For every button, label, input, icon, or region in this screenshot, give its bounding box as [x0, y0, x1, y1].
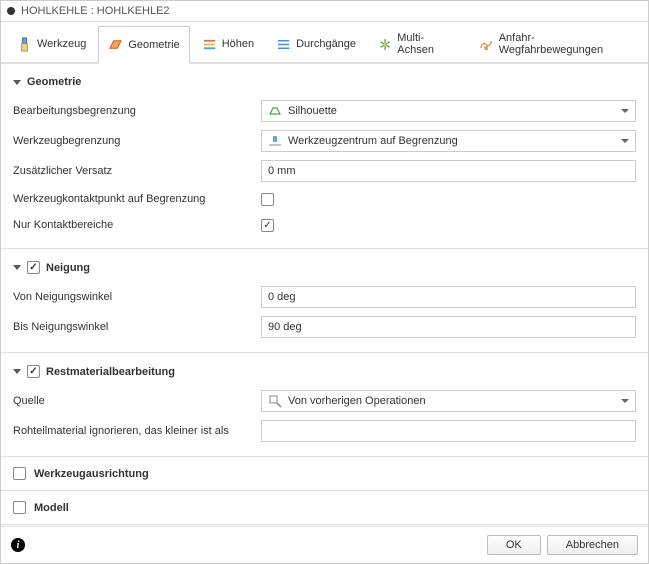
section-title: Restmaterialbearbeitung — [46, 366, 175, 378]
section-geometrie: Geometrie Bearbeitungsbegrenzung Silhoue… — [1, 64, 648, 249]
select-werkzeugbegrenzung[interactable]: Werkzeugzentrum auf Begrenzung — [261, 130, 636, 152]
section-title: Geometrie — [27, 76, 81, 88]
window-title: HOHLKEHLE : HOHLKEHLE2 — [21, 5, 170, 17]
chevron-down-icon — [13, 80, 21, 85]
checkbox-nur-kontaktbereiche[interactable] — [261, 219, 274, 232]
row-nur-kontaktbereiche: Nur Kontaktbereiche — [13, 212, 636, 238]
chevron-down-icon — [621, 109, 629, 113]
tab-label: Geometrie — [128, 39, 179, 51]
section-modell[interactable]: Modell — [1, 491, 648, 525]
info-icon[interactable]: i — [11, 538, 25, 552]
select-value: Silhouette — [288, 105, 621, 117]
content-area: Geometrie Bearbeitungsbegrenzung Silhoue… — [1, 64, 648, 526]
tab-bar: Werkzeug Geometrie Höhen Durchgänge Mult… — [1, 22, 648, 64]
row-zusaetzlicher-versatz: Zusätzlicher Versatz — [13, 156, 636, 186]
chevron-down-icon — [621, 139, 629, 143]
input-von-neigung[interactable] — [261, 286, 636, 308]
field-label: Zusätzlicher Versatz — [13, 165, 261, 177]
field-label: Bearbeitungsbegrenzung — [13, 105, 261, 117]
checkbox-restmaterial-enable[interactable] — [27, 365, 40, 378]
tab-label: Werkzeug — [37, 38, 86, 50]
section-title: Werkzeugausrichtung — [34, 468, 149, 480]
field-label: Nur Kontaktbereiche — [13, 219, 261, 231]
checkbox-werkzeugkontaktpunkt[interactable] — [261, 193, 274, 206]
passes-icon — [276, 37, 291, 52]
dialog-window: HOHLKEHLE : HOHLKEHLE2 Werkzeug Geometri… — [0, 0, 649, 564]
tab-multi-achsen[interactable]: Multi-Achsen — [368, 26, 467, 62]
field-label: Von Neigungswinkel — [13, 291, 261, 303]
row-bearbeitungsbegrenzung: Bearbeitungsbegrenzung Silhouette — [13, 96, 636, 126]
linking-icon — [479, 37, 493, 52]
previous-ops-icon — [268, 394, 282, 408]
row-bis-neigung: Bis Neigungswinkel — [13, 312, 636, 342]
tab-hoehen[interactable]: Höhen — [192, 26, 264, 62]
field-label: Rohteilmaterial ignorieren, das kleiner … — [13, 425, 261, 437]
footer: i OK Abbrechen — [1, 526, 648, 563]
heights-icon — [202, 37, 217, 52]
cancel-button[interactable]: Abbrechen — [547, 535, 638, 555]
geometry-icon — [108, 37, 123, 52]
section-header-neigung[interactable]: Neigung — [13, 257, 636, 282]
section-restmaterial: Restmaterialbearbeitung Quelle Von vorhe… — [1, 353, 648, 457]
input-zusaetzlicher-versatz[interactable] — [261, 160, 636, 182]
tab-label: Durchgänge — [296, 38, 356, 50]
section-title: Neigung — [46, 262, 90, 274]
tab-durchgaenge[interactable]: Durchgänge — [266, 26, 366, 62]
input-bis-neigung[interactable] — [261, 316, 636, 338]
input-rohteil-ignorieren[interactable] — [261, 420, 636, 442]
tab-label: Höhen — [222, 38, 254, 50]
chevron-down-icon — [13, 369, 21, 374]
section-werkzeugausrichtung[interactable]: Werkzeugausrichtung — [1, 457, 648, 491]
field-label: Werkzeugbegrenzung — [13, 135, 261, 147]
titlebar: HOHLKEHLE : HOHLKEHLE2 — [1, 1, 648, 22]
field-label: Werkzeugkontaktpunkt auf Begrenzung — [13, 193, 261, 205]
tool-icon — [17, 37, 32, 52]
row-von-neigung: Von Neigungswinkel — [13, 282, 636, 312]
chevron-down-icon — [13, 265, 21, 270]
select-value: Von vorherigen Operationen — [288, 395, 621, 407]
row-werkzeugbegrenzung: Werkzeugbegrenzung Werkzeugzentrum auf B… — [13, 126, 636, 156]
checkbox-werkzeugausrichtung-enable[interactable] — [13, 467, 26, 480]
field-label: Quelle — [13, 395, 261, 407]
tab-werkzeug[interactable]: Werkzeug — [7, 26, 96, 62]
row-quelle: Quelle Von vorherigen Operationen — [13, 386, 636, 416]
section-title: Modell — [34, 502, 69, 514]
select-value: Werkzeugzentrum auf Begrenzung — [288, 135, 621, 147]
checkbox-neigung-enable[interactable] — [27, 261, 40, 274]
window-bullet-icon — [7, 7, 15, 15]
section-header-restmaterial[interactable]: Restmaterialbearbeitung — [13, 361, 636, 386]
select-quelle[interactable]: Von vorherigen Operationen — [261, 390, 636, 412]
ok-button[interactable]: OK — [487, 535, 541, 555]
field-label: Bis Neigungswinkel — [13, 321, 261, 333]
chevron-down-icon — [621, 399, 629, 403]
tab-label: Anfahr-Wegfahrbewegungen — [499, 32, 632, 56]
checkbox-modell-enable[interactable] — [13, 501, 26, 514]
section-neigung: Neigung Von Neigungswinkel Bis Neigungsw… — [1, 249, 648, 353]
tab-label: Multi-Achsen — [397, 32, 457, 56]
tool-boundary-icon — [268, 134, 282, 148]
tab-geometrie[interactable]: Geometrie — [98, 26, 189, 64]
silhouette-icon — [268, 104, 282, 118]
tab-anfahr[interactable]: Anfahr-Wegfahrbewegungen — [469, 26, 642, 62]
row-werkzeugkontaktpunkt: Werkzeugkontaktpunkt auf Begrenzung — [13, 186, 636, 212]
row-rohteil-ignorieren: Rohteilmaterial ignorieren, das kleiner … — [13, 416, 636, 446]
select-bearbeitungsbegrenzung[interactable]: Silhouette — [261, 100, 636, 122]
section-header-geometrie[interactable]: Geometrie — [13, 72, 636, 96]
multi-axis-icon — [378, 37, 392, 52]
